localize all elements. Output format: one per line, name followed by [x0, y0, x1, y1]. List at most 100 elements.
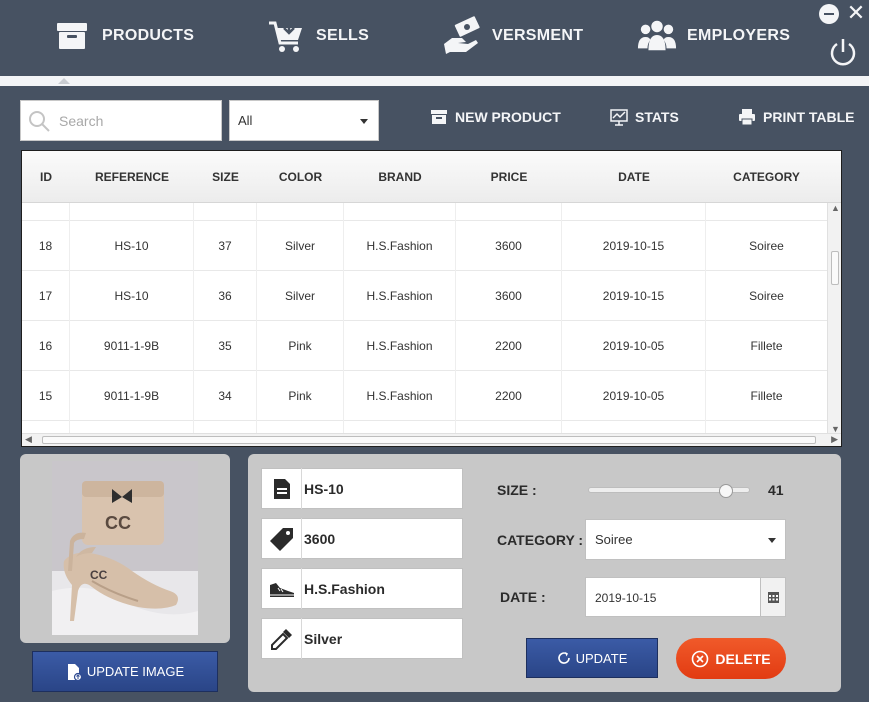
scroll-left-icon[interactable]: ◀: [25, 434, 32, 445]
sneaker-icon: [262, 568, 302, 609]
svg-text:CC: CC: [90, 568, 108, 582]
cell-id: 16: [22, 321, 70, 371]
table-row[interactable]: 15 9011-1-9B 34 Pink H.S.Fashion 2200 20…: [22, 371, 827, 421]
minimize-button[interactable]: [819, 4, 839, 24]
date-picker-button[interactable]: [760, 578, 785, 616]
scroll-right-icon[interactable]: ▶: [831, 434, 838, 445]
reference-value: HS-10: [304, 480, 344, 497]
power-icon[interactable]: [827, 36, 859, 68]
column-header-brand[interactable]: BRAND: [344, 151, 456, 203]
category-select-value: Soiree: [595, 532, 633, 547]
column-header-category[interactable]: CATEGORY: [706, 151, 827, 203]
table-row[interactable]: 18 HS-10 37 Silver H.S.Fashion 3600 2019…: [22, 221, 827, 271]
nav-employers-label: EMPLOYERS: [687, 27, 791, 44]
box-icon: [52, 16, 92, 56]
cell-brand: H.S.Fashion: [344, 271, 456, 321]
cell-brand: H.S.Fashion: [344, 371, 456, 421]
search-box[interactable]: [20, 100, 222, 141]
update-button[interactable]: UPDATE: [526, 638, 658, 678]
reference-field[interactable]: HS-10: [261, 468, 463, 509]
nav-products-label: PRODUCTS: [102, 27, 195, 44]
cell-color: Pink: [257, 371, 344, 421]
cell-size: 34: [194, 371, 257, 421]
update-image-button[interactable]: UPDATE IMAGE: [32, 651, 218, 692]
product-detail-panel: HS-10 3600 H.S.Fashion Silver SIZE : 41 …: [248, 454, 841, 692]
stats-label: STATS: [635, 109, 679, 125]
vertical-scrollbar[interactable]: ▲ ▼: [827, 203, 841, 434]
table-row[interactable]: [22, 203, 827, 221]
nav-sells[interactable]: SELLS: [266, 14, 369, 58]
cell-reference: 9011-1-9B: [70, 321, 194, 371]
search-icon: [27, 109, 51, 133]
horizontal-scroll-thumb[interactable]: [42, 436, 816, 444]
products-table: ID REFERENCE SIZE COLOR BRAND PRICE DATE…: [21, 150, 842, 447]
cell-reference: HS-10: [70, 221, 194, 271]
scroll-up-icon[interactable]: ▲: [831, 203, 840, 213]
top-navigation: PRODUCTS SELLS VERSMENT EMPLOYERS ✕: [0, 0, 869, 76]
brand-field[interactable]: H.S.Fashion: [261, 568, 463, 609]
date-label: DATE :: [500, 589, 546, 605]
cell-reference: 9011-1-9B: [70, 371, 194, 421]
table-row[interactable]: 16 9011-1-9B 35 Pink H.S.Fashion 2200 20…: [22, 321, 827, 371]
color-field[interactable]: Silver: [261, 618, 463, 659]
delete-button[interactable]: DELETE: [676, 638, 786, 679]
cell-brand: H.S.Fashion: [344, 321, 456, 371]
category-select[interactable]: Soiree: [585, 519, 786, 560]
header-divider: [0, 76, 869, 86]
vertical-scroll-thumb[interactable]: [831, 251, 839, 285]
print-table-button[interactable]: PRINT TABLE: [738, 104, 855, 130]
size-slider[interactable]: [588, 484, 750, 498]
document-icon: [262, 468, 302, 509]
nav-versment[interactable]: VERSMENT: [442, 14, 583, 58]
printer-icon: [738, 108, 756, 126]
product-image: CC CC: [52, 461, 198, 635]
update-image-label: UPDATE IMAGE: [86, 664, 185, 679]
cell-color: Pink: [257, 321, 344, 371]
table-row[interactable]: 17 HS-10 36 Silver H.S.Fashion 3600 2019…: [22, 271, 827, 321]
cell-brand: H.S.Fashion: [344, 221, 456, 271]
delete-label: DELETE: [715, 650, 771, 667]
cell-category: Fillete: [750, 339, 783, 353]
file-upload-icon: [66, 663, 82, 681]
cell-id: 17: [22, 271, 70, 321]
stats-button[interactable]: STATS: [610, 104, 679, 130]
cell-date: 2019-10-15: [562, 271, 706, 321]
new-product-button[interactable]: NEW PRODUCT: [430, 104, 561, 130]
size-slider-thumb[interactable]: [719, 484, 733, 498]
close-circle-icon: [691, 650, 709, 668]
size-value: 41: [768, 482, 784, 498]
column-header-price[interactable]: PRICE: [456, 151, 562, 203]
filter-select[interactable]: All: [229, 100, 379, 141]
image-panel: CC CC: [20, 454, 230, 643]
brand-value: H.S.Fashion: [304, 580, 385, 597]
search-input[interactable]: [59, 112, 209, 129]
date-field[interactable]: 2019-10-15: [585, 577, 786, 617]
payment-hand-icon: [442, 16, 482, 56]
cell-size: 36: [194, 271, 257, 321]
users-group-icon: [637, 16, 677, 56]
nav-products[interactable]: PRODUCTS: [52, 14, 194, 58]
print-table-label: PRINT TABLE: [763, 109, 855, 125]
nav-sells-label: SELLS: [316, 27, 370, 44]
table-row[interactable]: [22, 421, 827, 433]
column-header-date[interactable]: DATE: [562, 151, 706, 203]
calendar-icon: [767, 591, 779, 603]
column-header-id[interactable]: ID: [22, 151, 70, 203]
cell-category: Soiree: [749, 239, 784, 253]
chevron-down-icon: [768, 538, 776, 543]
horizontal-scrollbar[interactable]: ◀ ▶: [22, 433, 841, 446]
cell-id: 15: [22, 371, 70, 421]
nav-versment-label: VERSMENT: [492, 27, 584, 44]
svg-text:CC: CC: [105, 513, 131, 533]
column-header-reference[interactable]: REFERENCE: [70, 151, 194, 203]
nav-employers[interactable]: EMPLOYERS: [637, 14, 790, 58]
cell-reference: HS-10: [70, 271, 194, 321]
size-label: SIZE :: [497, 482, 537, 498]
column-header-color[interactable]: COLOR: [257, 151, 344, 203]
cell-price: 3600: [456, 271, 562, 321]
close-icon[interactable]: ✕: [846, 2, 866, 24]
price-value: 3600: [304, 530, 336, 547]
chevron-down-icon: [360, 119, 368, 124]
price-field[interactable]: 3600: [261, 518, 463, 559]
column-header-size[interactable]: SIZE: [194, 151, 257, 203]
